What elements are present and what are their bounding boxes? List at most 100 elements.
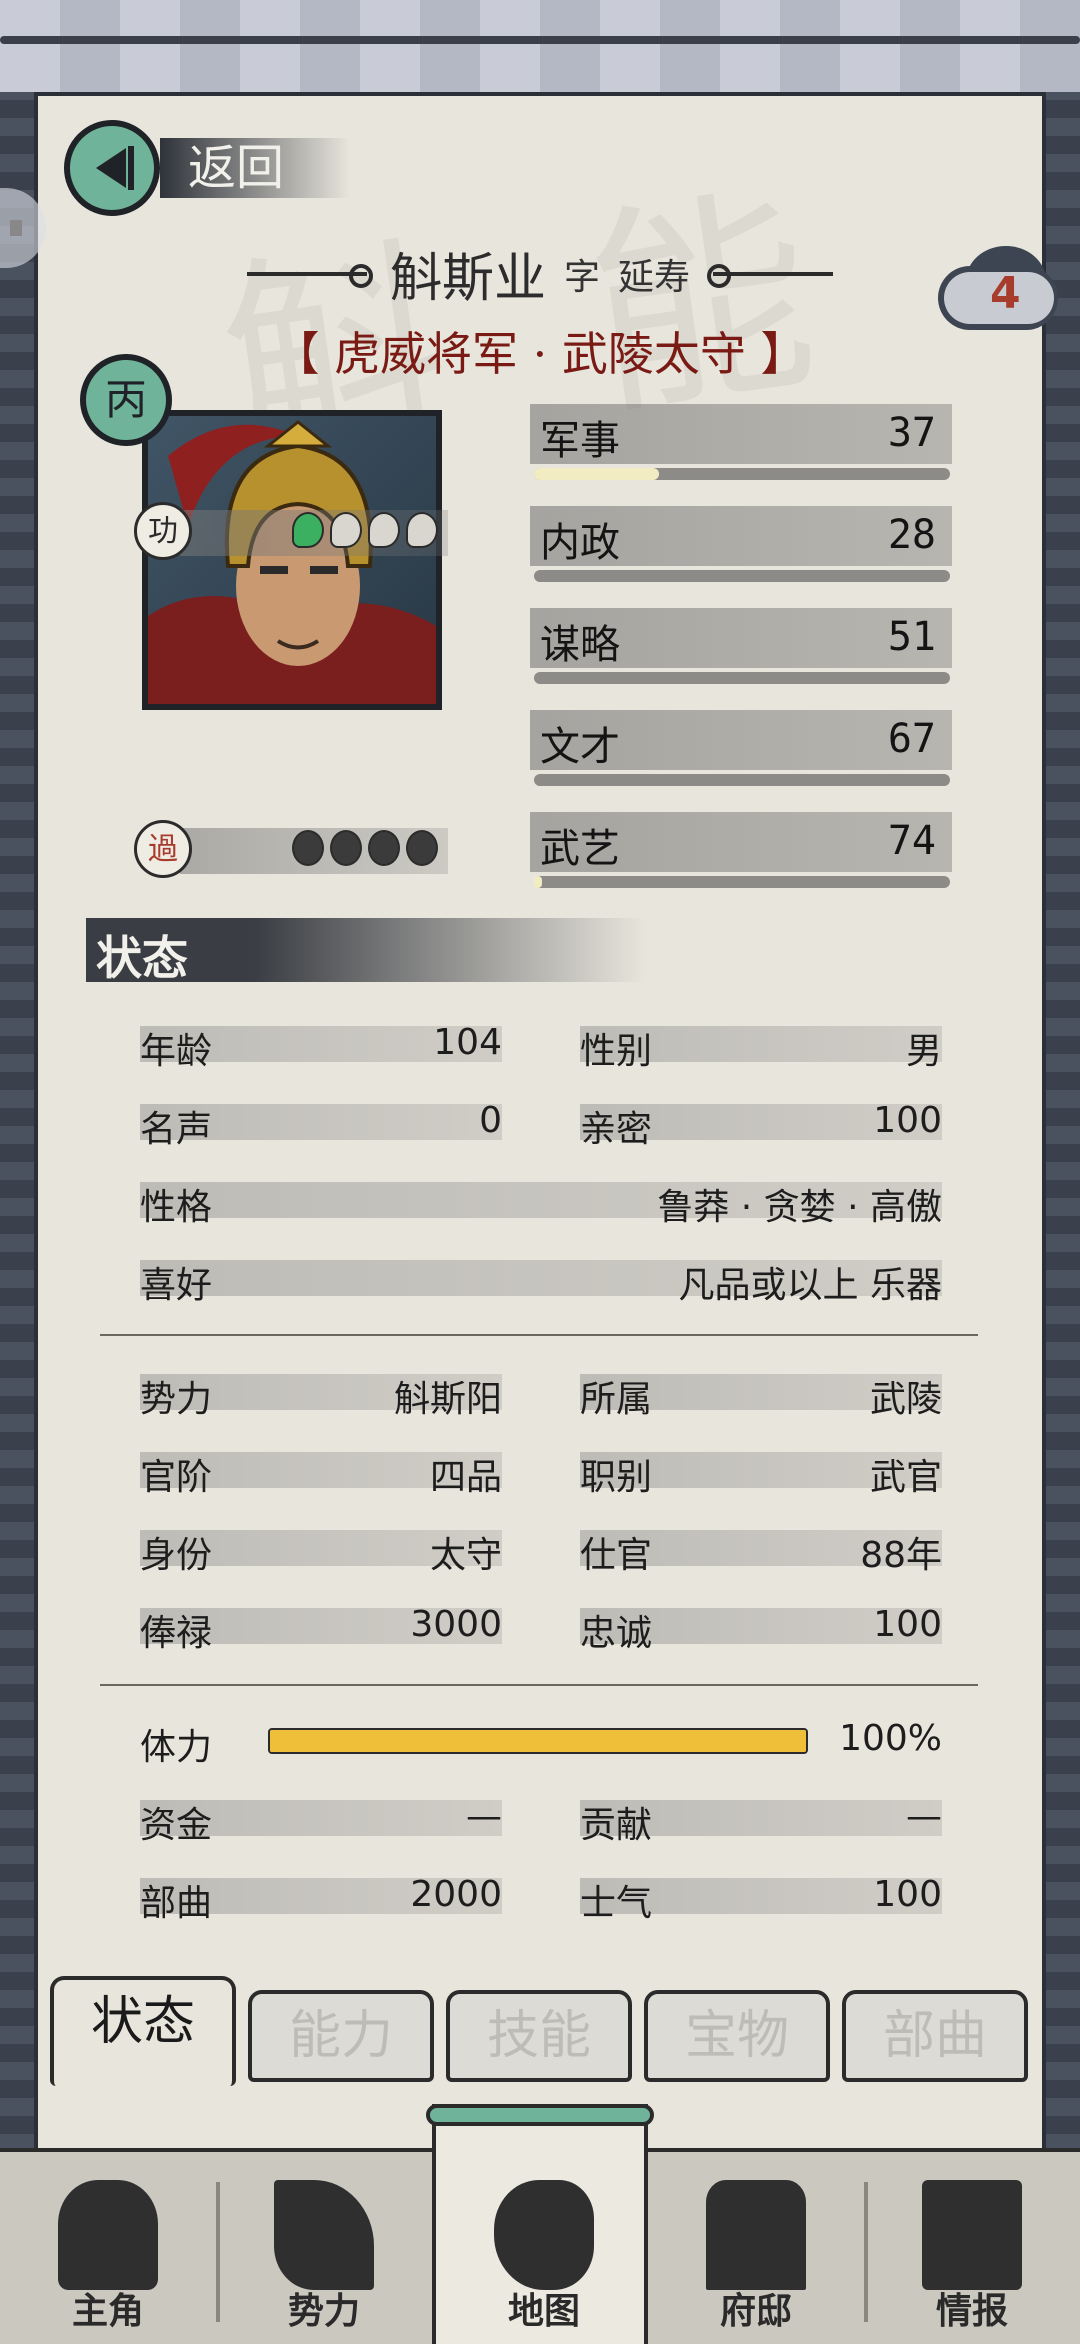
info-key: 年龄	[140, 1031, 213, 1072]
info-post-type: 职别 武官	[580, 1448, 942, 1498]
info-value: —	[466, 1796, 502, 1837]
scrolls-icon	[922, 2180, 1022, 2290]
attribute-label: 谋略	[540, 622, 620, 668]
info-troops: 部曲 2000	[140, 1874, 502, 1924]
info-contribution: 贡献 —	[580, 1796, 942, 1846]
info-key: 部曲	[140, 1883, 213, 1924]
tab-skill[interactable]: 技能	[446, 1990, 632, 2082]
merit-pip-icon	[368, 512, 400, 548]
nav-faction[interactable]: 势力	[216, 2152, 432, 2344]
attribute-value: 51	[887, 614, 936, 660]
info-key: 所属	[580, 1379, 653, 1420]
attribute-label: 内政	[540, 520, 620, 566]
right-ornament	[707, 263, 834, 288]
left-frame-border	[0, 92, 34, 2152]
merit-pip-icon	[292, 512, 324, 548]
info-key: 职别	[580, 1457, 653, 1498]
info-value: 88年	[860, 1535, 942, 1576]
flag-icon	[274, 2180, 374, 2290]
tab-ability[interactable]: 能力	[248, 1990, 434, 2082]
attribute-value: 28	[887, 512, 936, 558]
info-key: 忠诚	[580, 1613, 653, 1654]
nav-label: 府邸	[719, 2291, 792, 2332]
info-belong: 所属 武陵	[580, 1370, 942, 1420]
info-key: 贡献	[580, 1805, 653, 1846]
demerit-pip-icon	[292, 830, 324, 866]
top-ornament-border	[0, 0, 1080, 98]
map-icon	[494, 2180, 594, 2290]
attribute-politics[interactable]: 内政 28	[530, 506, 952, 592]
info-morale: 士气 100	[580, 1874, 942, 1924]
attribute-value: 37	[887, 410, 936, 456]
attribute-military[interactable]: 军事 37	[530, 404, 952, 490]
demerit-pips	[292, 830, 438, 866]
info-gender: 性别 男	[580, 1022, 942, 1072]
stamina-bar	[268, 1728, 808, 1754]
bottom-navigation: 主角 势力 地图 府邸 情报	[0, 2104, 1080, 2344]
back-arrow-icon	[64, 120, 160, 216]
attribute-label: 文才	[540, 724, 620, 770]
info-value: —	[906, 1796, 942, 1837]
demerit-pip-icon	[330, 830, 362, 866]
info-value: 100	[873, 1874, 942, 1915]
demerit-pip-icon	[406, 830, 438, 866]
attribute-progress	[534, 468, 950, 480]
nav-label: 主角	[71, 2291, 144, 2332]
attribute-literary[interactable]: 文才 67	[530, 710, 952, 796]
right-frame-border	[1046, 92, 1080, 2152]
pause-icon	[10, 220, 22, 236]
tab-treasure[interactable]: 宝物	[644, 1990, 830, 2082]
attribute-label: 武艺	[540, 826, 620, 872]
info-rank: 官阶 四品	[140, 1448, 502, 1498]
back-button[interactable]: 返回	[64, 120, 354, 216]
vine-ornament	[0, 36, 1080, 44]
nav-label: 地图	[507, 2291, 580, 2332]
info-value: 2000	[410, 1874, 502, 1915]
nav-residence[interactable]: 府邸	[648, 2152, 864, 2344]
demerit-row[interactable]: 過	[134, 818, 452, 882]
info-key: 资金	[140, 1805, 213, 1846]
info-funds: 资金 —	[140, 1796, 502, 1846]
info-key: 势力	[140, 1379, 213, 1420]
attribute-value: 74	[887, 818, 936, 864]
status-section-header: 状态	[86, 918, 646, 985]
notification-cloud-badge[interactable]: 4	[938, 246, 1080, 338]
nav-label: 势力	[287, 2291, 360, 2332]
info-value: 男	[905, 1031, 942, 1072]
info-value: 3000	[410, 1604, 502, 1645]
info-value: 太守	[429, 1535, 502, 1576]
nav-label: 情报	[935, 2291, 1008, 2332]
stamina-fill	[270, 1730, 806, 1752]
info-key: 性别	[580, 1031, 653, 1072]
info-value: 0	[479, 1100, 502, 1141]
attribute-strategy[interactable]: 谋略 51	[530, 608, 952, 694]
attribute-martial[interactable]: 武艺 74	[530, 812, 952, 898]
info-age: 年龄 104	[140, 1022, 502, 1072]
attribute-progress	[534, 672, 950, 684]
info-service: 仕官 88年	[580, 1526, 942, 1576]
badge-count: 4	[990, 268, 1021, 319]
attribute-value: 67	[887, 716, 936, 762]
info-intimacy: 亲密 100	[580, 1100, 942, 1150]
tab-troops[interactable]: 部曲	[842, 1990, 1028, 2082]
info-value: 鲁莽 · 贪婪 · 高傲	[657, 1187, 942, 1228]
info-key: 士气	[580, 1883, 653, 1924]
merit-pip-icon	[330, 512, 362, 548]
merit-pip-icon	[406, 512, 438, 548]
info-value: 四品	[429, 1457, 502, 1498]
attribute-progress	[534, 876, 950, 888]
info-key: 性格	[140, 1187, 213, 1228]
name-header: 斛斯业字延寿	[0, 236, 1080, 311]
info-value: 104	[433, 1022, 502, 1063]
info-value: 凡品或以上 乐器	[678, 1265, 942, 1306]
nav-protagonist[interactable]: 主角	[0, 2152, 216, 2344]
warrior-head-icon	[58, 2180, 158, 2290]
info-value: 斛斯阳	[393, 1379, 502, 1420]
info-fame: 名声 0	[140, 1100, 502, 1150]
nav-map[interactable]: 地图	[426, 2104, 654, 2344]
nav-intel[interactable]: 情报	[864, 2152, 1080, 2344]
merit-row[interactable]: 功	[134, 500, 452, 564]
section-title: 状态	[96, 931, 188, 985]
info-value: 100	[873, 1604, 942, 1645]
tab-status[interactable]: 状态	[50, 1976, 236, 2086]
